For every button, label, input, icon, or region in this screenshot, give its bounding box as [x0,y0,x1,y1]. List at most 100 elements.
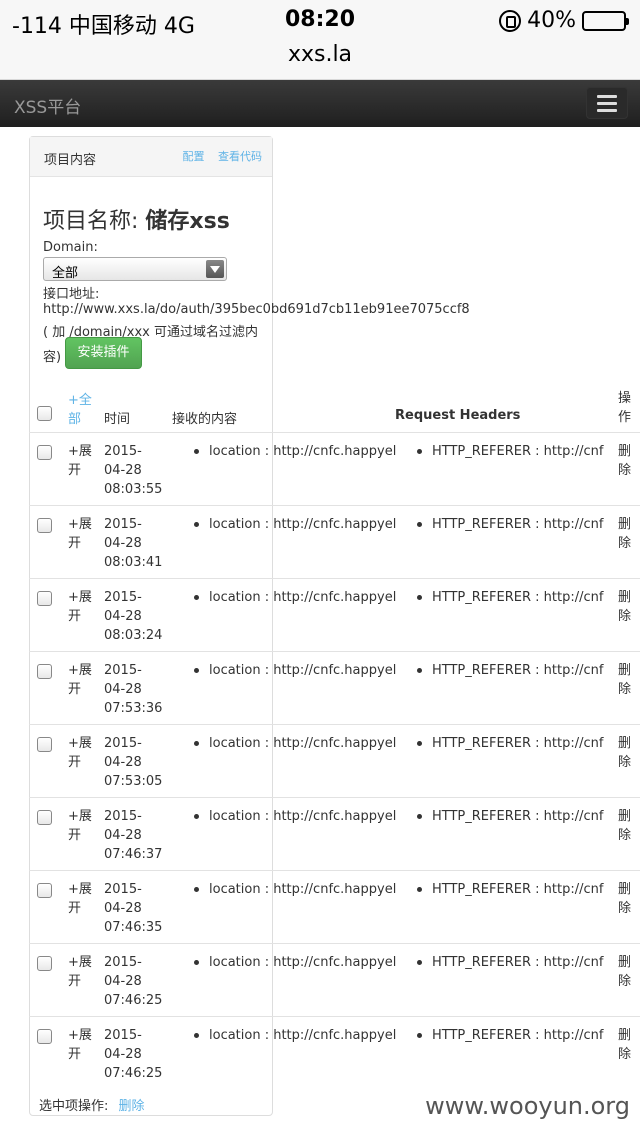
row-checkbox[interactable] [37,591,52,606]
bullet-icon [417,960,422,965]
row-request-header: HTTP_REFERER : http://cnf [432,736,604,751]
row-time: 2015- 04-28 07:46:25 [104,953,162,1010]
domain-select-value: 全部 [52,266,79,281]
view-code-link[interactable]: 查看代码 [218,150,262,163]
battery-percent: 40% [527,8,576,33]
row-content: location : http://cnfc.happyel [209,517,397,532]
row-date-1: 2015- [104,736,142,751]
row-request-header: HTTP_REFERER : http://cnf [432,882,604,897]
bullet-icon [194,668,199,673]
navbar: XSS平台 [0,80,640,127]
row-delete-link[interactable]: 删除 [618,734,631,772]
row-checkbox[interactable] [37,883,52,898]
row-date-1: 2015- [104,882,142,897]
delete-text-1: 删 [618,590,632,605]
bulk-delete-link[interactable]: 删除 [119,1099,145,1114]
expand-link[interactable]: +展开 [68,880,92,918]
config-link[interactable]: 配置 [183,150,205,163]
expand-link[interactable]: +展开 [68,661,92,699]
bullet-icon [417,814,422,819]
expand-link[interactable]: +展开 [68,515,92,553]
row-divider [29,651,640,652]
row-divider [29,724,640,725]
expand-link[interactable]: +展开 [68,442,92,480]
row-request-header: HTTP_REFERER : http://cnf [432,955,604,970]
col-header-ops-1: 操 [618,391,632,406]
bullet-icon [194,960,199,965]
row-date-1: 2015- [104,663,142,678]
expand-text-2: 开 [68,1047,82,1062]
expand-all-text-1: +全 [68,393,92,408]
expand-link[interactable]: +展开 [68,734,92,772]
bullet-icon [194,449,199,454]
row-clock: 08:03:41 [104,555,163,570]
address-bar-url[interactable]: xxs.la [0,42,640,67]
row-date-1: 2015- [104,809,142,824]
row-date-2: 04-28 [104,1047,142,1062]
select-all-checkbox[interactable] [37,406,52,421]
row-checkbox[interactable] [37,445,52,460]
row-divider [29,432,640,433]
expand-link[interactable]: +展开 [68,953,92,991]
delete-text-2: 除 [618,463,632,478]
row-checkbox[interactable] [37,518,52,533]
watermark: www.wooyun.org [425,1092,630,1120]
delete-text-2: 除 [618,901,632,916]
expand-link[interactable]: +展开 [68,807,92,845]
expand-link[interactable]: +展开 [68,1026,92,1064]
domain-select[interactable]: 全部 [43,257,227,281]
col-header-request-headers: Request Headers [395,408,521,423]
panel-title: 项目内容 [44,153,97,168]
row-clock: 08:03:24 [104,628,163,643]
brand-link[interactable]: XSS平台 [14,93,81,118]
row-delete-link[interactable]: 删除 [618,588,631,626]
bullet-icon [417,595,422,600]
row-delete-link[interactable]: 删除 [618,1026,631,1064]
delete-text-1: 删 [618,882,632,897]
install-plugin-button[interactable]: 安装插件 [65,337,142,369]
row-request-header: HTTP_REFERER : http://cnf [432,809,604,824]
api-label: 接口地址: [43,287,100,302]
row-divider [29,505,640,506]
row-delete-link[interactable]: 删除 [618,953,631,991]
status-right-group: 40% [499,8,629,33]
row-delete-link[interactable]: 删除 [618,880,631,918]
row-delete-link[interactable]: 删除 [618,515,631,553]
row-delete-link[interactable]: 删除 [618,442,631,480]
status-bar: -114 中国移动 4G 08:20 40% xxs.la [0,0,640,80]
row-delete-link[interactable]: 删除 [618,661,631,699]
row-content: location : http://cnfc.happyel [209,444,397,459]
row-delete-link[interactable]: 删除 [618,807,631,845]
bullet-icon [194,1033,199,1038]
row-time: 2015- 04-28 08:03:41 [104,515,162,572]
project-name-label: 项目名称: [43,209,146,234]
delete-text-2: 除 [618,974,632,989]
row-clock: 07:53:36 [104,701,163,716]
row-checkbox[interactable] [37,737,52,752]
expand-text-1: +展 [68,882,92,897]
row-checkbox[interactable] [37,1029,52,1044]
menu-toggle-button[interactable] [586,87,628,119]
delete-text-1: 删 [618,955,632,970]
expand-link[interactable]: +展开 [68,588,92,626]
expand-text-1: +展 [68,1028,92,1043]
expand-text-2: 开 [68,682,82,697]
row-checkbox[interactable] [37,956,52,971]
col-header-ops: 操 作 [618,389,631,427]
expand-text-2: 开 [68,536,82,551]
hamburger-icon [597,108,617,112]
expand-text-1: +展 [68,444,92,459]
row-checkbox[interactable] [37,810,52,825]
row-divider [29,1016,640,1017]
expand-all-link[interactable]: +全 部 [68,389,92,427]
row-content: location : http://cnfc.happyel [209,882,397,897]
expand-text-1: +展 [68,590,92,605]
row-date-2: 04-28 [104,463,142,478]
row-date-2: 04-28 [104,755,142,770]
row-checkbox[interactable] [37,664,52,679]
row-content: location : http://cnfc.happyel [209,809,397,824]
row-time: 2015- 04-28 07:46:35 [104,880,162,937]
bullet-icon [194,814,199,819]
row-clock: 07:53:05 [104,774,163,789]
delete-text-2: 除 [618,1047,632,1062]
